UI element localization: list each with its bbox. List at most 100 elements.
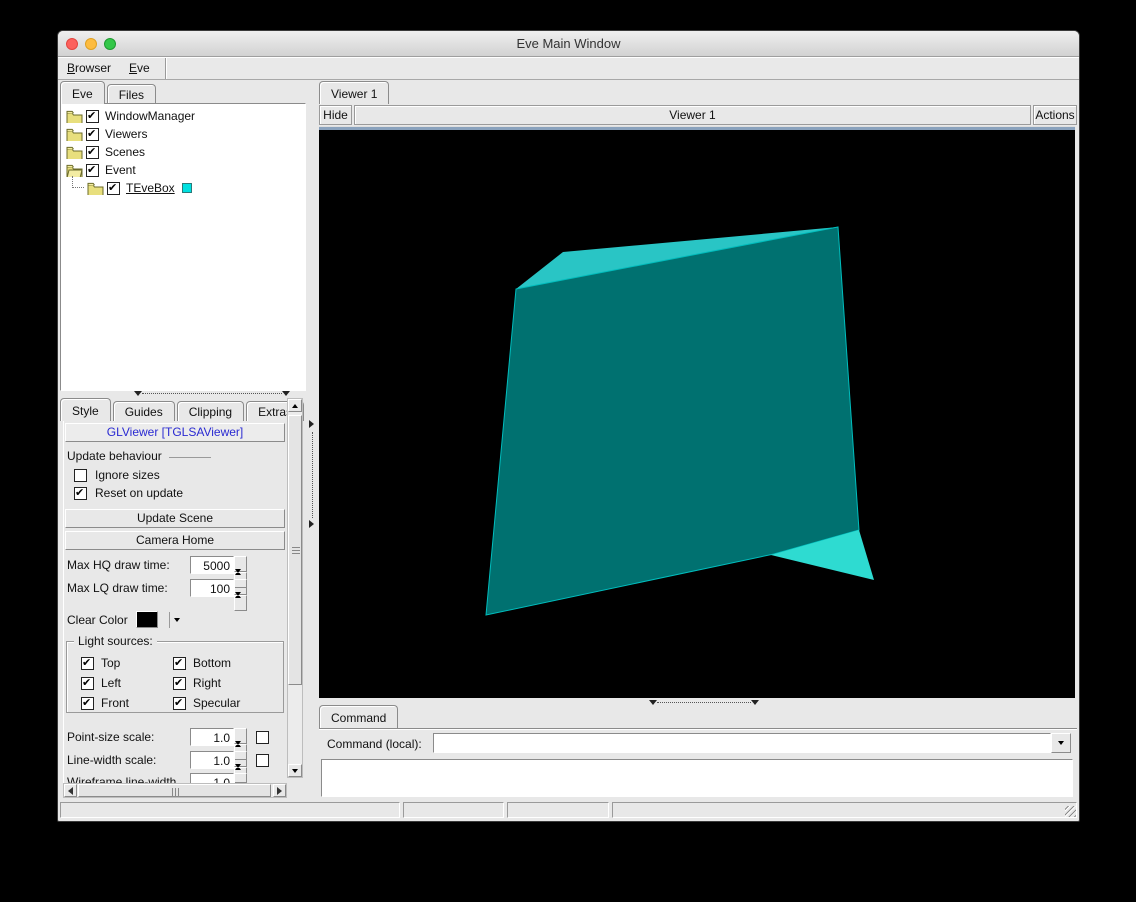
spin-down-button[interactable] [234,592,247,611]
tree-checkbox[interactable] [86,127,99,141]
light-specular-row: Specular [173,696,283,710]
camera-home-button[interactable]: Camera Home [65,531,285,550]
folder-icon [66,110,83,123]
splitter-collapse-icon[interactable] [309,420,314,428]
splitter-collapse-icon[interactable] [751,700,759,705]
command-input[interactable] [433,733,1051,753]
point-size-value[interactable]: 1.0 [190,728,234,746]
viewer-highlight-strip [319,127,1075,130]
open-folder-icon [66,164,83,177]
line-width-row: Line-width scale: 1.0 [67,751,285,783]
tree-row-scenes[interactable]: Scenes [61,143,305,161]
gl-viewport[interactable] [319,126,1075,698]
tree-checkbox[interactable] [86,163,99,177]
minimize-button[interactable] [85,38,97,50]
light-bottom-checkbox[interactable] [173,656,186,670]
line-width-value[interactable]: 1.0 [190,751,234,769]
editor-tabbar: Style Guides Clipping Extras [60,396,306,421]
light-front-checkbox[interactable] [81,696,94,710]
viewer-class-button[interactable]: GLViewer [TGLSAViewer] [65,423,285,442]
scroll-down-button[interactable] [288,764,302,777]
update-behaviour-group-label: Update behaviour [67,449,211,463]
scroll-left-button[interactable] [64,784,77,797]
splitter-collapse-icon[interactable] [309,520,314,528]
viewer-title-bar[interactable]: Viewer 1 [354,105,1031,125]
clear-color-swatch[interactable] [135,611,158,628]
close-button[interactable] [66,38,78,50]
menu-bar: Browser Eve [58,57,1079,80]
tree-row-viewers[interactable]: Viewers [61,125,305,143]
clear-color-dropdown[interactable] [168,611,180,628]
folder-icon [66,128,83,141]
max-lq-value[interactable]: 100 [190,579,234,597]
light-top-checkbox[interactable] [81,656,94,670]
tree-checkbox[interactable] [86,145,99,159]
command-output[interactable] [321,759,1073,797]
max-hq-value[interactable]: 5000 [190,556,234,574]
tree-row-event[interactable]: Event [61,161,305,179]
ignore-sizes-checkbox[interactable] [74,468,87,482]
tree-row-windowmanager[interactable]: WindowManager [61,107,305,125]
resize-grip[interactable] [1065,806,1076,817]
line-width-checkbox[interactable] [256,753,269,767]
update-scene-button[interactable]: Update Scene [65,509,285,528]
spin-up-button[interactable] [234,773,247,783]
hide-button[interactable]: Hide [319,105,352,125]
viewer-command-splitter[interactable] [649,699,759,706]
tab-eve[interactable]: Eve [60,81,105,104]
thumb-grip [171,788,179,796]
point-size-checkbox[interactable] [256,730,269,744]
menu-browser[interactable]: Browser [58,58,120,78]
thumb-grip [292,547,300,554]
tree-checkbox[interactable] [107,181,120,195]
light-right-checkbox[interactable] [173,676,186,690]
status-bar [58,802,1079,819]
arrow-up-icon [235,774,241,783]
light-left-row: Left [81,676,173,690]
tab-viewer-1[interactable]: Viewer 1 [319,81,390,104]
light-top-row: Top [81,656,173,670]
light-specular-checkbox[interactable] [173,696,186,710]
window-title: Eve Main Window [516,36,621,51]
tab-style[interactable]: Style [60,398,111,421]
scrollbar-thumb[interactable] [288,415,302,685]
status-section [60,802,400,818]
tab-command[interactable]: Command [319,705,399,728]
menu-eve[interactable]: Eve [120,58,159,78]
scroll-up-button[interactable] [288,399,302,412]
arrow-down-icon [292,768,298,773]
actions-button[interactable]: Actions [1033,105,1077,125]
editor-horizontal-scrollbar[interactable] [63,783,287,798]
tree-item-label: Scenes [105,145,146,159]
scroll-right-button[interactable] [273,784,286,797]
item-color-swatch[interactable] [181,183,192,193]
traffic-lights [66,38,116,50]
reset-on-update-row: Reset on update [74,486,183,500]
folder-icon [87,182,104,195]
tevebox-3d-shape [485,226,874,616]
splitter-collapse-icon[interactable] [649,700,657,705]
command-dropdown-button[interactable] [1051,733,1071,753]
wireframe-value[interactable]: 1.0 [190,773,234,783]
status-section [612,802,1077,818]
eve-main-window: Eve Main Window Browser Eve Eve Files Wi… [57,30,1080,822]
tab-clipping[interactable]: Clipping [176,401,245,421]
sidebar-tabbar: Eve Files [60,80,158,104]
tab-guides[interactable]: Guides [112,401,175,421]
tab-files[interactable]: Files [106,84,157,104]
point-size-row: Point-size scale: 1.0 [67,728,285,760]
tree-row-tevebox[interactable]: TEveBox [61,176,305,197]
scrollbar-thumb[interactable] [78,784,271,797]
title-bar[interactable]: Eve Main Window [58,31,1079,57]
status-section [507,802,609,818]
zoom-button[interactable] [104,38,116,50]
light-sources-label: Light sources: [74,634,157,648]
chevron-down-icon [173,617,180,622]
gl-viewer-editor-panel: Style Guides Clipping Extras GLViewer [T… [60,396,306,801]
light-left-checkbox[interactable] [81,676,94,690]
style-tab-content: GLViewer [TGLSAViewer] Update behaviour … [63,421,287,783]
main-vertical-splitter[interactable] [306,80,319,801]
reset-on-update-checkbox[interactable] [74,486,87,500]
tree-checkbox[interactable] [86,109,99,123]
editor-vertical-scrollbar[interactable] [287,398,303,778]
